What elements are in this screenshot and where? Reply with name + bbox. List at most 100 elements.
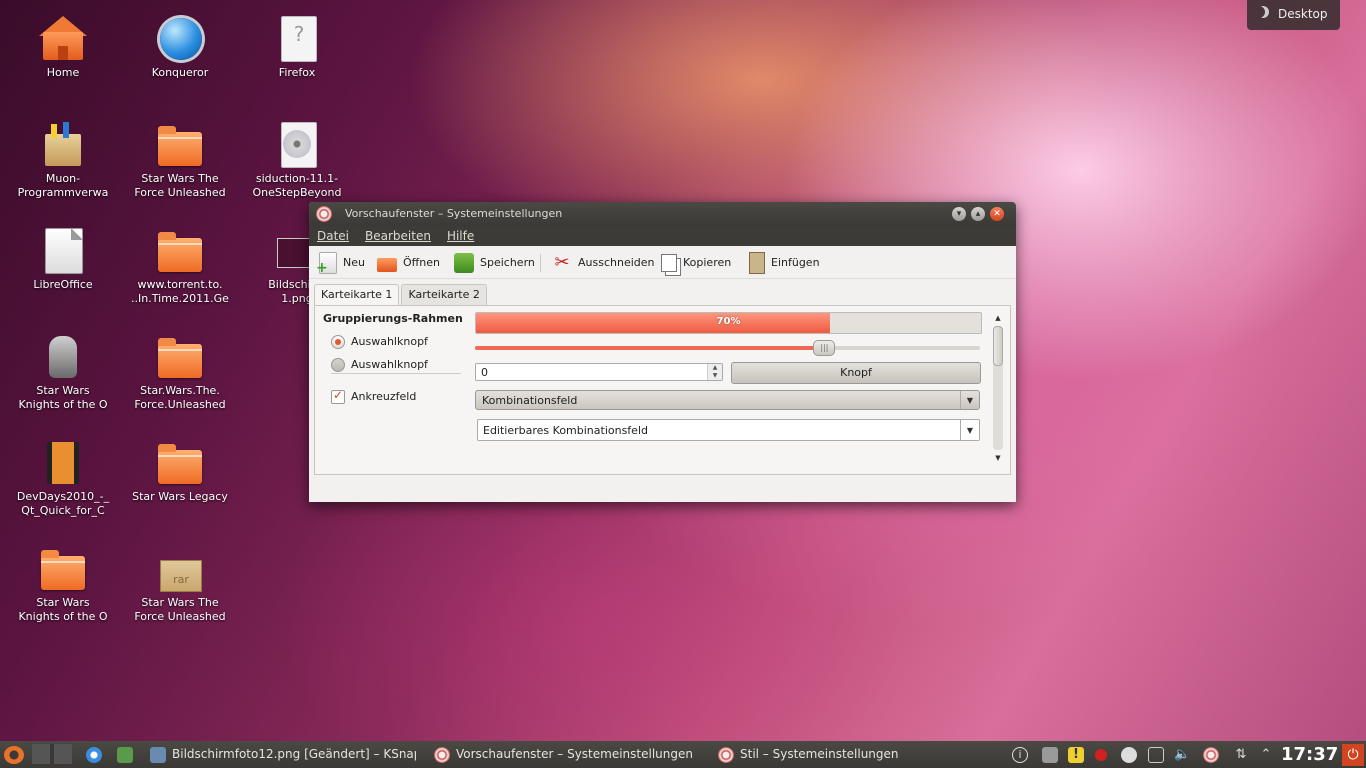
task-vorschaufenster[interactable]: Vorschaufenster – Systemeinstellungen: [434, 741, 704, 768]
desktop-icon-label: Force Unleashed: [134, 186, 226, 199]
editable-combo-value: Editierbares Kombinationsfeld: [483, 424, 648, 437]
desktop-icon-label: Star Wars The: [141, 596, 219, 609]
maximize-button[interactable]: ▴: [971, 207, 985, 221]
launcher-icon[interactable]: [117, 747, 133, 763]
scroll-thumb[interactable]: [993, 326, 1003, 366]
scroll-up-icon[interactable]: ▲: [991, 312, 1005, 324]
desktop-icon-label: www.torrent.to.: [137, 278, 223, 291]
desktop-icon-firefox[interactable]: ? Firefox: [242, 16, 352, 80]
tab-karteikarte-1[interactable]: Karteikarte 1: [314, 284, 400, 306]
desktop-icon-label: Star.Wars.The.: [140, 384, 220, 397]
desktop-icon-folder[interactable]: Star.Wars.The. Force.Unleashed: [125, 334, 235, 412]
chevron-up-icon[interactable]: ⌃: [1258, 747, 1274, 763]
workspace-switcher-icon[interactable]: [32, 744, 72, 764]
desktop-icon-folder[interactable]: Star Wars Legacy: [125, 440, 235, 504]
desktop-button[interactable]: Desktop: [1247, 0, 1340, 30]
open-folder-icon: [377, 258, 397, 272]
folder-icon: [156, 334, 204, 382]
radio-label: Auswahlknopf: [351, 335, 428, 348]
folder-icon: [156, 228, 204, 276]
radio-button-1[interactable]: Auswahlknopf: [331, 335, 428, 349]
task-label: Bildschirmfoto12.png [Geändert] – KSnaps…: [172, 747, 416, 761]
menubar: Datei Bearbeiten Hilfe: [309, 226, 1016, 246]
desktop-icon-label: Konqueror: [151, 66, 209, 79]
desktop-icon-muon[interactable]: Muon- Programmverwa: [8, 122, 118, 200]
menu-datei[interactable]: Datei: [309, 226, 357, 243]
new-label: Neu: [343, 256, 365, 269]
window-title: Vorschaufenster – Systemeinstellungen: [345, 207, 563, 220]
folder-icon: [156, 440, 204, 488]
power-icon[interactable]: ⏻: [1342, 744, 1364, 766]
package-manager-icon: [39, 122, 87, 170]
folder-icon: [156, 122, 204, 170]
radio-button-2[interactable]: Auswahlknopf: [331, 358, 428, 372]
chat-icon[interactable]: [1121, 747, 1137, 763]
close-button[interactable]: ✕: [990, 207, 1004, 221]
unknown-file-glyph: ?: [293, 22, 305, 46]
notification-icon[interactable]: !: [1068, 747, 1084, 763]
slider[interactable]: |||: [475, 340, 980, 356]
spinbox[interactable]: 0 ▲ ▼: [475, 363, 723, 381]
desktop-icon-video[interactable]: DevDays2010_-_ Qt_Quick_for_C: [8, 440, 118, 518]
group-divider: [331, 373, 461, 374]
task-stil[interactable]: Stil – Systemeinstellungen: [718, 741, 908, 768]
desktop-icon-home[interactable]: Home: [8, 16, 118, 80]
window-titlebar[interactable]: Vorschaufenster – Systemeinstellungen ▾ …: [309, 202, 1016, 226]
checkbox[interactable]: Ankreuzfeld: [331, 388, 416, 404]
radio-unchecked-icon: [331, 358, 345, 372]
desktop-icon-iso[interactable]: siduction-11.1- OneStepBeyond: [242, 122, 352, 200]
clipboard-icon[interactable]: [1148, 747, 1164, 763]
desktop-icon-label: Star Wars Legacy: [132, 490, 228, 503]
chevron-down-icon[interactable]: ▼: [960, 420, 979, 440]
menu-hilfe[interactable]: Hilfe: [439, 226, 482, 243]
new-document-icon: [316, 252, 337, 279]
desktop-icon-folder[interactable]: Star Wars Knights of the O: [8, 546, 118, 624]
push-button[interactable]: Knopf: [731, 362, 981, 384]
volume-icon[interactable]: 🔈: [1174, 747, 1190, 763]
tab-panel: Gruppierungs-Rahmen Auswahlknopf Auswahl…: [314, 305, 1011, 475]
task-ksnapshot[interactable]: Bildschirmfoto12.png [Geändert] – KSnaps…: [150, 741, 416, 768]
desktop-icon-label: Force Unleashed: [134, 610, 226, 623]
combo-box[interactable]: Kombinationsfeld ▼: [475, 390, 980, 410]
desktop-icon-archive[interactable]: rar Star Wars The Force Unleashed: [125, 546, 235, 624]
task-label: Vorschaufenster – Systemeinstellungen: [456, 747, 693, 761]
system-settings-icon: [718, 746, 734, 763]
desktop-icon-label: Star Wars: [36, 384, 90, 397]
scroll-down-icon[interactable]: ▼: [991, 452, 1005, 464]
ubuntu-menu-icon[interactable]: [4, 746, 24, 764]
menu-bearbeiten[interactable]: Bearbeiten: [357, 226, 439, 243]
info-icon[interactable]: i: [1012, 747, 1028, 763]
paste-button[interactable]: Einfügen: [749, 252, 820, 274]
desktop-icon-libreoffice[interactable]: LibreOffice: [8, 228, 118, 292]
copy-button[interactable]: Kopieren: [661, 252, 731, 274]
network-icon[interactable]: ⇅: [1233, 747, 1249, 763]
desktop-icon-folder[interactable]: Star Wars The Force Unleashed: [125, 122, 235, 200]
new-button[interactable]: Neu: [316, 252, 365, 279]
tab-karteikarte-2[interactable]: Karteikarte 2: [401, 284, 487, 305]
desktop-icon-folder[interactable]: www.torrent.to. ..In.Time.2011.Ge: [125, 228, 235, 306]
save-button[interactable]: Speichern: [454, 252, 535, 274]
record-icon[interactable]: [1095, 749, 1107, 761]
combo-value: Kombinationsfeld: [482, 394, 578, 407]
browser-icon[interactable]: [86, 747, 102, 763]
save-label: Speichern: [480, 256, 535, 269]
vertical-scrollbar[interactable]: ▲ ▼: [991, 312, 1005, 464]
device-notifier-icon[interactable]: [1042, 747, 1058, 763]
chevron-down-icon: ▼: [960, 391, 979, 409]
desktop-icon-game[interactable]: Star Wars Knights of the O: [8, 334, 118, 412]
minimize-button[interactable]: ▾: [952, 207, 966, 221]
cut-button[interactable]: ✂ Ausschneiden: [552, 252, 654, 274]
editable-combo-box[interactable]: Editierbares Kombinationsfeld ▼: [477, 419, 980, 441]
game-icon: [39, 334, 87, 382]
paste-label: Einfügen: [771, 256, 820, 269]
desktop-icon-konqueror[interactable]: Konqueror: [125, 16, 235, 80]
clock[interactable]: 17:37: [1281, 741, 1338, 768]
slider-handle[interactable]: |||: [813, 340, 836, 356]
paste-icon: [749, 252, 765, 274]
open-button[interactable]: Öffnen: [377, 252, 440, 274]
spinbox-arrows-icon[interactable]: ▲ ▼: [707, 364, 722, 380]
system-settings-tray-icon[interactable]: [1203, 747, 1219, 763]
system-settings-icon: [434, 746, 450, 763]
desktop-icon-label: Force.Unleashed: [134, 398, 226, 411]
scroll-track[interactable]: [993, 326, 1003, 450]
